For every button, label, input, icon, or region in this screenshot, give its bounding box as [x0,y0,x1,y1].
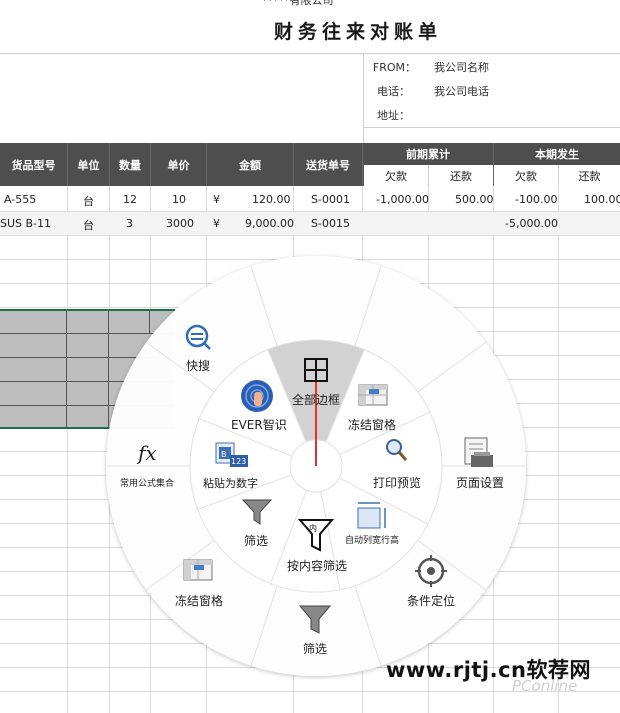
menu-item-freeze-panes[interactable]: 冻结窗格 [348,416,396,433]
formula-icon: fx [136,441,157,465]
svg-text:fx: fx [136,441,157,465]
freeze-panes-icon [183,559,213,581]
menu-item-paste-number[interactable]: 粘贴为数字 [203,475,258,491]
menu-item-ever[interactable]: EVER智识 [231,416,287,433]
fingerprint-icon [241,380,273,412]
menu-item-formulas[interactable]: 常用公式集合 [120,476,174,489]
svg-text:123: 123 [231,457,246,466]
freeze-panes-icon [358,384,388,406]
menu-item-locate[interactable]: 条件定位 [407,592,455,609]
menu-item-freeze-panes-outer[interactable]: 冻结窗格 [175,592,223,609]
svg-text:内: 内 [309,523,317,533]
menu-item-all-borders[interactable]: 全部边框 [292,391,340,408]
menu-item-print-preview[interactable]: 打印预览 [373,474,421,491]
menu-item-quick-search[interactable]: 快搜 [186,357,210,374]
svg-text:B: B [221,450,227,459]
menu-item-auto-fit[interactable]: 自动列宽行高 [345,533,399,546]
menu-item-filter-by-content[interactable]: 按内容筛选 [287,557,347,574]
radial-menu: fx B 123 内 [106,256,526,676]
menu-item-filter[interactable]: 筛选 [244,532,268,549]
menu-item-filter-outer[interactable]: 筛选 [303,640,327,657]
watermark-brand: PConline [512,677,578,695]
menu-item-page-setup[interactable]: 页面设置 [456,474,504,491]
